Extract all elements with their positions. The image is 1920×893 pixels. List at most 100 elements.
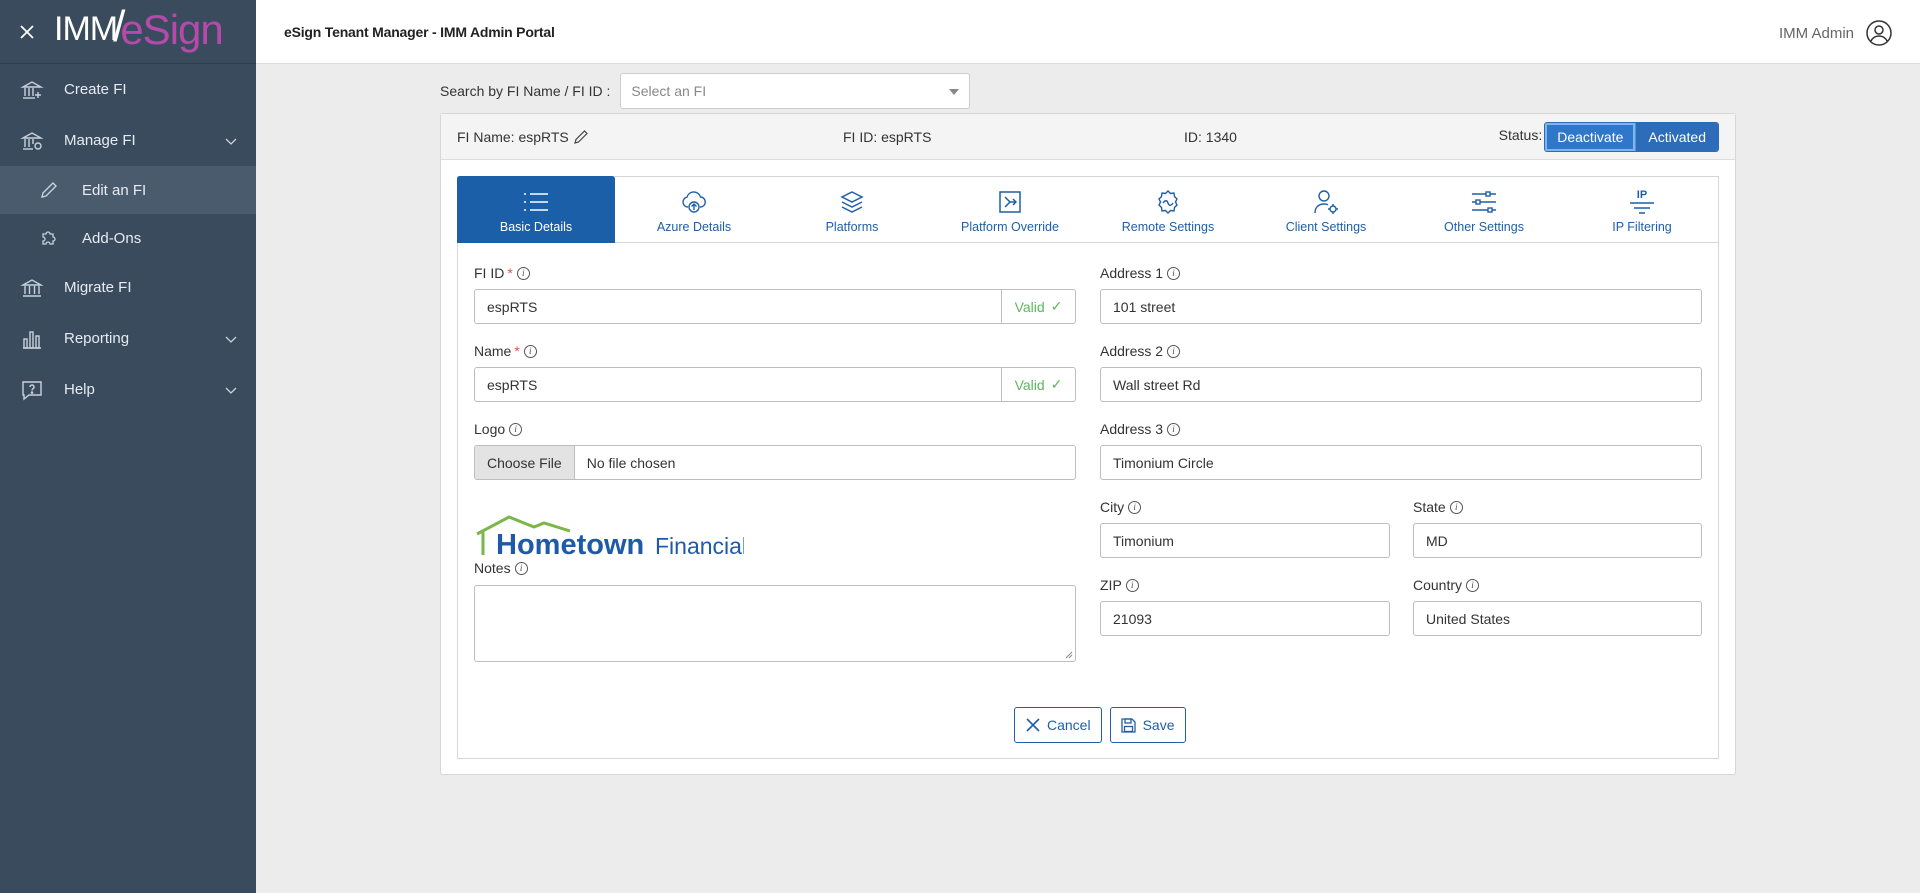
user-name: IMM Admin [1778, 24, 1854, 42]
ip-filter-icon: IP [1628, 188, 1656, 216]
tab-platform-override[interactable]: Platform Override [931, 176, 1089, 243]
tab-client-settings[interactable]: Client Settings [1247, 176, 1405, 243]
name-valid-badge: Valid ✓ [1002, 367, 1076, 402]
state-input[interactable]: MD [1413, 523, 1702, 558]
info-icon[interactable]: i [1167, 422, 1181, 436]
choose-file-button[interactable]: Choose File [475, 446, 575, 479]
sliders-icon [1470, 188, 1498, 216]
tab-label: Remote Settings [1121, 220, 1215, 234]
state-label: State i [1413, 498, 1702, 516]
activated-button[interactable]: Activated [1635, 123, 1718, 151]
tab-other-settings[interactable]: Other Settings [1405, 176, 1563, 243]
fi-select-dropdown[interactable]: Select an FI [620, 73, 971, 109]
tab-label: Platforms [825, 220, 879, 234]
sidebar-item-label: Add-Ons [82, 229, 142, 247]
sidebar-item-create-fi[interactable]: Create FI [0, 64, 256, 115]
edit-name-pencil-icon[interactable] [573, 129, 589, 145]
tab-basic-details[interactable]: Basic Details [457, 176, 615, 243]
sidebar-item-migrate-fi[interactable]: Migrate FI [0, 262, 256, 313]
tab-platforms[interactable]: Platforms [773, 176, 931, 243]
logo-label: Logo i [474, 420, 1076, 438]
bank-gear-icon [20, 129, 44, 153]
zip-field: ZIP i 21093 [1100, 576, 1390, 636]
fi-id-input[interactable]: espRTS [474, 289, 1002, 324]
imm-esign-logo: IMM / eSign [54, 2, 224, 55]
sidebar-item-manage-fi[interactable]: Manage FI [0, 115, 256, 166]
info-icon[interactable]: i [1449, 500, 1463, 514]
address1-label: Address 1 i [1100, 264, 1702, 282]
close-sidebar-button[interactable] [0, 0, 54, 64]
country-field: Country i United States [1413, 576, 1702, 636]
info-icon[interactable]: i [514, 561, 528, 575]
sidebar-item-label: Manage FI [64, 132, 136, 149]
page-title: eSign Tenant Manager - IMM Admin Portal [284, 23, 555, 40]
tab-label: Azure Details [656, 220, 732, 234]
tab-label: Platform Override [961, 220, 1059, 234]
status-toggle: Deactivate Activated [1544, 122, 1719, 152]
tab-panel: Basic Details Azure Details Platforms Pl… [457, 176, 1719, 759]
chevron-down-icon [225, 336, 237, 343]
ip-icon-text: IP [1636, 188, 1648, 201]
resize-handle-icon[interactable] [1065, 651, 1073, 659]
deactivate-button[interactable]: Deactivate [1545, 123, 1636, 151]
info-icon[interactable]: i [1466, 578, 1480, 592]
sidebar-item-add-ons[interactable]: Add-Ons [0, 214, 256, 262]
pencil-icon [38, 179, 60, 201]
country-label: Country i [1413, 576, 1702, 594]
tab-azure-details[interactable]: Azure Details [615, 176, 773, 243]
city-label-text: City [1100, 499, 1125, 515]
info-icon[interactable]: i [509, 422, 523, 436]
address1-input[interactable]: 101 street [1100, 289, 1702, 324]
fi-id-input-group: espRTS Valid ✓ [474, 289, 1076, 324]
sidebar-item-reporting[interactable]: Reporting [0, 313, 256, 364]
info-icon[interactable]: i [1167, 266, 1181, 280]
city-input[interactable]: Timonium [1100, 523, 1390, 558]
sidebar-item-label: Help [64, 381, 95, 398]
state-label-text: State [1413, 499, 1446, 515]
fi-details-card: FI Name: espRTS FI ID: espRTS ID: 1340 S… [440, 113, 1736, 775]
address2-input[interactable]: Wall street Rd [1100, 367, 1702, 402]
notes-textarea[interactable] [474, 585, 1076, 662]
fi-id-summary: FI ID: espRTS [843, 129, 932, 145]
tab-remote-settings[interactable]: Remote Settings [1089, 176, 1247, 243]
info-icon[interactable]: i [1128, 500, 1142, 514]
user-menu[interactable]: IMM Admin [1779, 18, 1894, 48]
tab-label: Client Settings [1285, 220, 1367, 234]
dropdown-caret-icon [949, 89, 960, 95]
name-field: Name * i espRTS Valid ✓ [474, 342, 1076, 402]
country-input[interactable]: United States [1413, 601, 1702, 636]
address2-label-text: Address 2 [1100, 343, 1164, 359]
city-field: City i Timonium [1100, 498, 1390, 558]
bank-icon [20, 276, 44, 300]
bank-plus-icon [20, 78, 44, 102]
zip-input[interactable]: 21093 [1100, 601, 1390, 636]
list-icon [522, 188, 550, 216]
address3-input[interactable]: Timonium Circle [1100, 445, 1702, 480]
required-marker: * [507, 265, 513, 281]
override-arrow-icon [996, 188, 1024, 216]
record-id-summary: ID: 1340 [1184, 129, 1237, 145]
logo-word-financial: Financial [655, 533, 744, 559]
puzzle-icon [38, 227, 60, 249]
info-icon[interactable]: i [523, 344, 537, 358]
save-button[interactable]: Save [1109, 707, 1186, 743]
name-input[interactable]: espRTS [474, 367, 1002, 402]
address3-label-text: Address 3 [1100, 421, 1164, 437]
info-icon[interactable]: i [1167, 344, 1181, 358]
info-icon[interactable]: i [1125, 578, 1139, 592]
logo-label-text: Logo [474, 421, 506, 437]
tab-label: Other Settings [1444, 220, 1524, 234]
tab-label: Basic Details [499, 220, 573, 234]
address2-field: Address 2 i Wall street Rd [1100, 342, 1702, 402]
sidebar-item-help[interactable]: Help [0, 364, 256, 415]
close-icon [20, 24, 34, 39]
tab-ip-filtering[interactable]: IP IP Filtering [1563, 176, 1721, 243]
name-label-text: Name [474, 343, 512, 359]
country-label-text: Country [1413, 577, 1463, 593]
file-status-text: No file chosen [586, 454, 676, 471]
cancel-button[interactable]: Cancel [1014, 707, 1102, 743]
address3-field: Address 3 i Timonium Circle [1100, 420, 1702, 480]
info-icon[interactable]: i [516, 266, 530, 280]
logo-file-input[interactable]: Choose File No file chosen [474, 445, 1076, 480]
sidebar-item-edit-fi[interactable]: Edit an FI [0, 166, 256, 214]
